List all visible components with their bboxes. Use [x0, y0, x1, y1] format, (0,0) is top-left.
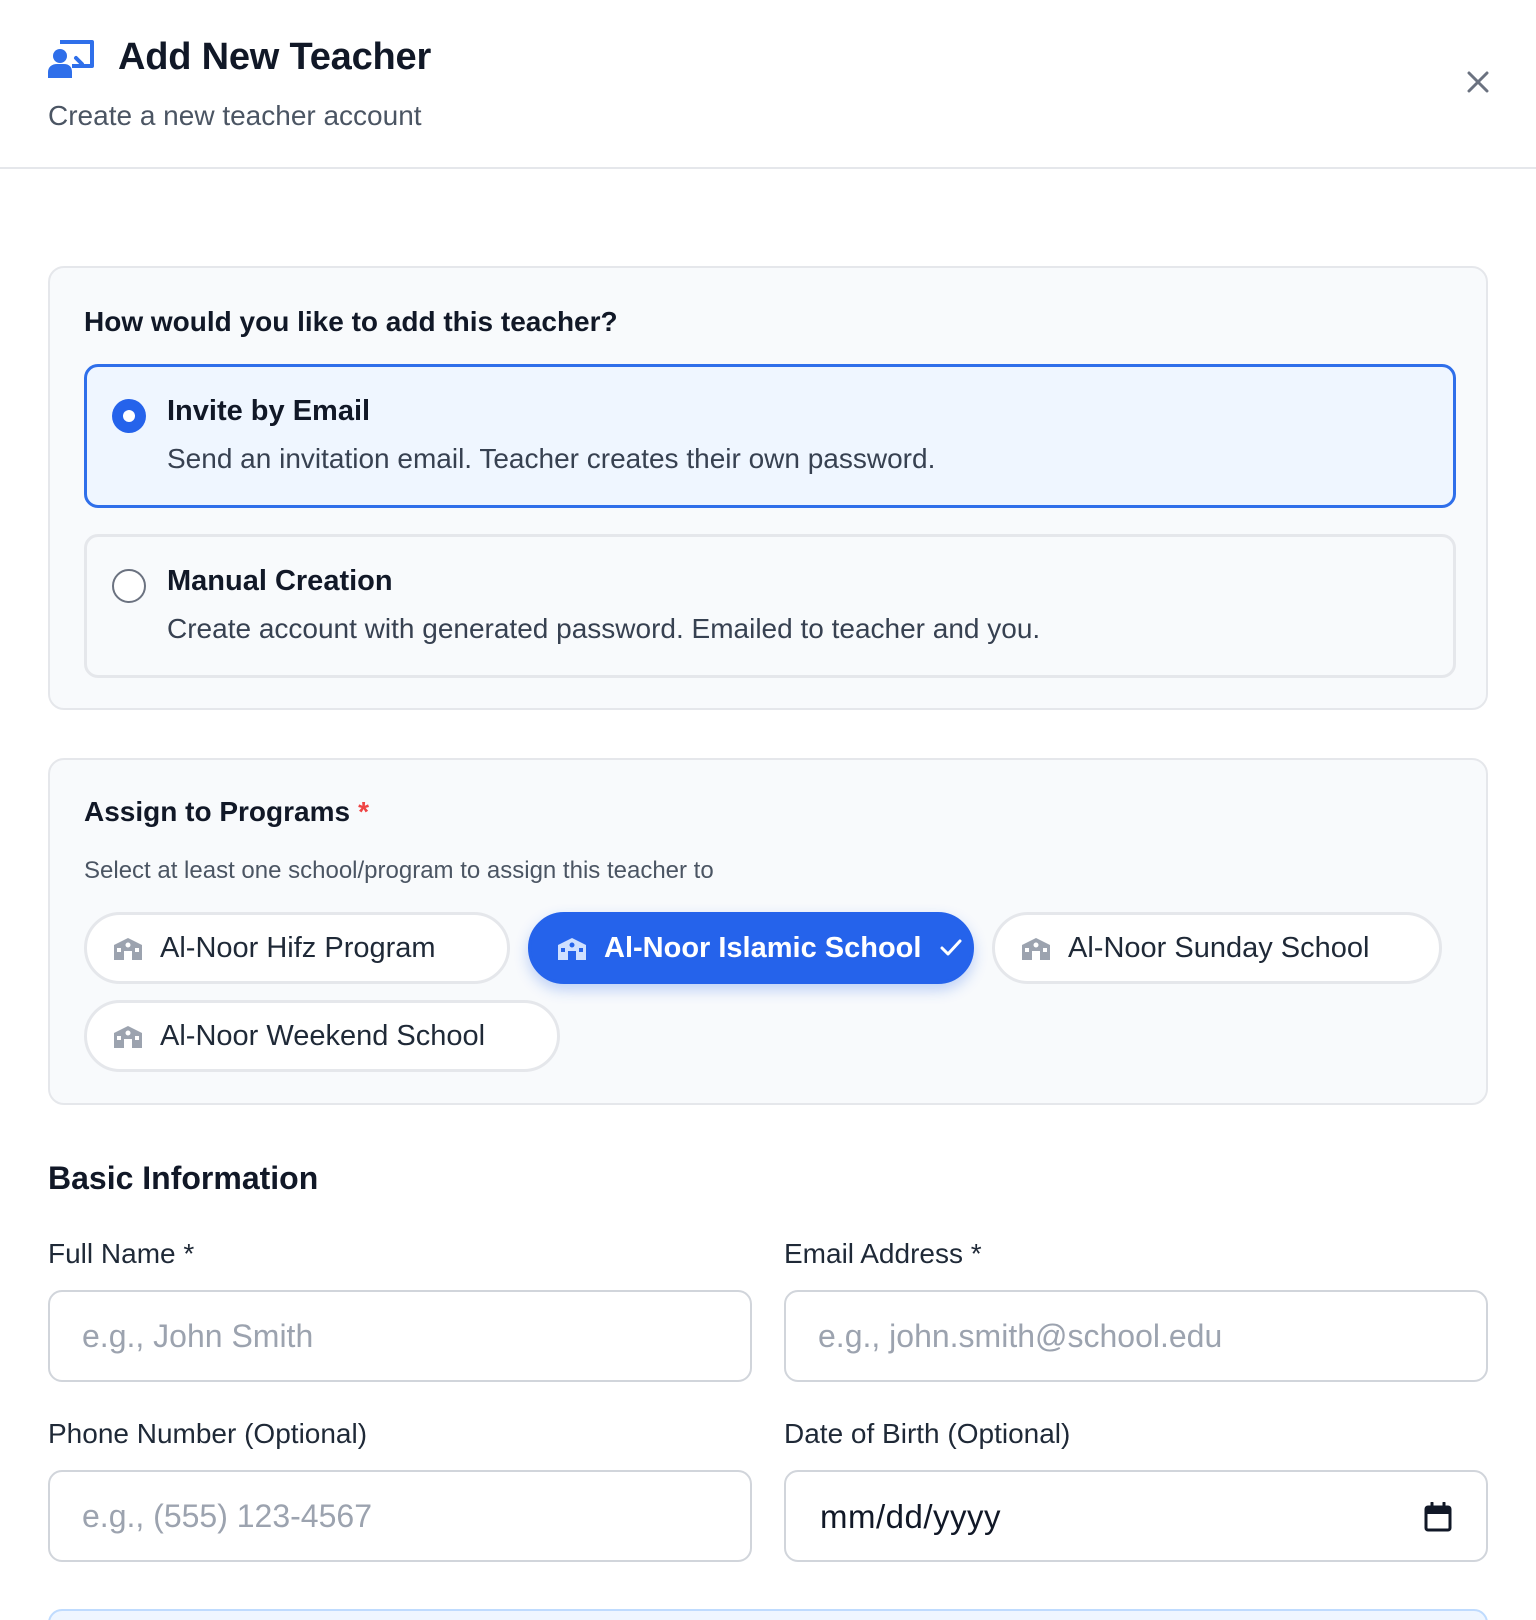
close-icon [1467, 71, 1489, 93]
phone-input[interactable] [48, 1470, 752, 1562]
assign-programs-card: Assign to Programs * Select at least one … [48, 758, 1488, 1105]
option-description: Create account with generated password. … [167, 613, 1041, 644]
modal-title: Add New Teacher [118, 36, 432, 78]
modal-header: Add New Teacher Create a new teacher acc… [0, 0, 1536, 169]
full-name-input[interactable] [48, 1290, 752, 1382]
basic-info-title: Basic Information [48, 1160, 319, 1196]
program-chip-sunday-school[interactable]: Al-Noor Sunday School [992, 912, 1442, 984]
school-icon [558, 938, 586, 960]
school-icon [1022, 938, 1050, 960]
option-title: Manual Creation [167, 565, 393, 597]
option-invite-by-email[interactable]: Invite by Email Send an invitation email… [84, 364, 1456, 508]
phone-label: Phone Number (Optional) [48, 1418, 368, 1449]
school-icon [114, 938, 142, 960]
calendar-icon[interactable] [1424, 1502, 1452, 1532]
program-chip-weekend-school[interactable]: Al-Noor Weekend School [84, 1000, 560, 1072]
dob-input[interactable]: mm/dd/yyyy [784, 1470, 1488, 1562]
add-method-question: How would you like to add this teacher? [84, 306, 618, 337]
add-method-card: How would you like to add this teacher? … [48, 266, 1488, 710]
option-manual-creation[interactable]: Manual Creation Create account with gene… [84, 534, 1456, 678]
program-chip-label: Al-Noor Sunday School [1068, 931, 1370, 964]
close-button[interactable] [1462, 66, 1494, 98]
email-input[interactable] [784, 1290, 1488, 1382]
program-chip-islamic-school[interactable]: Al-Noor Islamic School [528, 912, 974, 984]
program-chip-label: Al-Noor Hifz Program [160, 931, 436, 964]
dob-label: Date of Birth (Optional) [784, 1418, 1071, 1449]
program-chip-label: Al-Noor Weekend School [160, 1019, 486, 1052]
programs-hint: Select at least one school/program to as… [84, 857, 714, 884]
full-name-label: Full Name * [48, 1238, 195, 1269]
option-description: Send an invitation email. Teacher create… [167, 443, 936, 474]
option-title: Invite by Email [167, 395, 371, 427]
radio-invite-by-email[interactable] [112, 399, 146, 433]
required-mark: * [358, 796, 369, 827]
program-chip-hifz[interactable]: Al-Noor Hifz Program [84, 912, 510, 984]
school-icon [114, 1026, 142, 1048]
add-teacher-modal: Add New Teacher Create a new teacher acc… [0, 0, 1536, 1620]
teacher-board-icon [48, 40, 94, 78]
programs-title: Assign to Programs * [84, 796, 369, 827]
info-notice [48, 1609, 1488, 1620]
email-label: Email Address * [784, 1238, 982, 1269]
check-icon [940, 939, 962, 956]
modal-subtitle: Create a new teacher account [48, 100, 422, 131]
dob-value: mm/dd/yyyy [820, 1498, 1002, 1535]
program-chip-label: Al-Noor Islamic School [604, 931, 922, 964]
radio-manual-creation[interactable] [112, 569, 146, 603]
